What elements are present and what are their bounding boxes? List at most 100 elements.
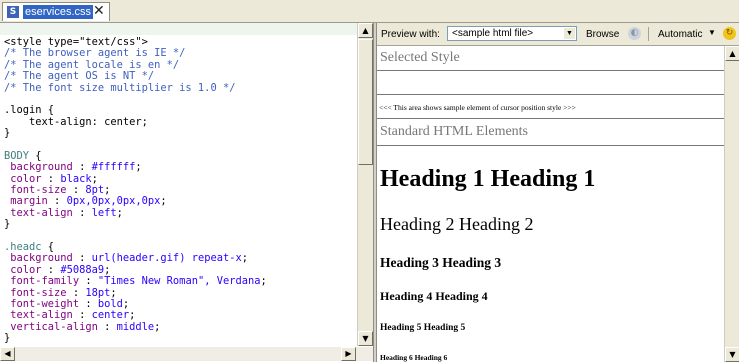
- code-token: ;: [116, 206, 123, 219]
- code-token: middle: [116, 320, 155, 333]
- code-token: /* The font size multiplier is 1.0 */: [4, 81, 236, 94]
- code-token: :: [47, 195, 67, 208]
- code-area[interactable]: <style type="text/css">/* The browser ag…: [4, 36, 356, 345]
- code-line[interactable]: }: [4, 332, 356, 345]
- code-token: }: [4, 218, 11, 231]
- heading-4-sample: Heading 4 Heading 4: [380, 289, 488, 303]
- code-token: font-size: [4, 184, 67, 197]
- close-tab-icon[interactable]: ✕: [93, 3, 105, 20]
- code-token: ;: [129, 309, 136, 322]
- code-line[interactable]: [4, 231, 356, 242]
- preview-scroll-up-arrow-icon[interactable]: ▲: [725, 46, 739, 61]
- code-token: ;: [135, 161, 142, 174]
- divider: [377, 94, 724, 95]
- code-token: ;: [104, 263, 111, 276]
- code-token: ;: [160, 195, 167, 208]
- preview-toolbar: Preview with: <sample html file> ▼ Brows…: [377, 23, 739, 46]
- code-token: /* The browser agent is IE */: [4, 47, 186, 60]
- code-token: left: [91, 206, 117, 219]
- heading-3-sample: Heading 3 Heading 3: [380, 255, 502, 270]
- code-token: <style type="text/css">: [4, 36, 148, 48]
- code-token: ;: [154, 320, 161, 333]
- code-token: color: [4, 263, 42, 276]
- browser-preview-icon[interactable]: ◐: [628, 27, 641, 40]
- code-token: background: [4, 161, 73, 174]
- code-token: #ffffff: [91, 161, 136, 174]
- code-token: :: [72, 309, 92, 322]
- code-token: url(header.gif) repeat-x: [91, 252, 242, 265]
- code-token: }: [4, 127, 11, 140]
- editor-current-line-highlight: [0, 23, 357, 35]
- sample-file-select[interactable]: <sample html file> ▼: [447, 26, 577, 41]
- editor-scroll-thumb[interactable]: [358, 39, 373, 165]
- scroll-down-arrow-icon[interactable]: ▼: [358, 331, 373, 346]
- tab-eservices-css[interactable]: S eservices.css ✕: [2, 2, 110, 21]
- code-token: "Times New Roman", Verdana: [97, 275, 261, 288]
- preview-vertical-scrollbar[interactable]: ▲ ▼: [724, 46, 739, 362]
- preview-scroll-down-arrow-icon[interactable]: ▼: [725, 347, 739, 362]
- sample-element-notice: <<< This area shows sample element of cu…: [379, 103, 576, 112]
- divider: [377, 118, 724, 119]
- code-token: ;: [110, 286, 117, 299]
- code-token: :: [72, 252, 92, 265]
- code-token: font-size: [4, 286, 67, 299]
- scroll-right-arrow-icon[interactable]: ▶: [341, 347, 356, 361]
- code-token: ;: [104, 184, 111, 197]
- code-token: center: [91, 309, 130, 322]
- code-token: :: [97, 320, 117, 333]
- mode-chevron-down-icon[interactable]: ▼: [708, 28, 716, 37]
- code-token: text-align: [4, 206, 73, 219]
- refresh-preview-icon[interactable]: ↻: [723, 27, 736, 40]
- code-line[interactable]: }: [4, 219, 356, 230]
- editor-horizontal-scrollbar[interactable]: ◀ ▶: [0, 347, 373, 361]
- browse-button[interactable]: Browse: [586, 29, 619, 40]
- code-token: :: [72, 206, 92, 219]
- code-line[interactable]: /* The font size multiplier is 1.0 */: [4, 81, 356, 94]
- heading-6-sample: Heading 6 Heading 6: [380, 353, 448, 362]
- code-token: black: [60, 172, 92, 185]
- preview-content: Selected Style <<< This area shows sampl…: [377, 46, 724, 362]
- css-file-icon: S: [7, 6, 19, 18]
- code-token: :: [41, 263, 61, 276]
- code-line[interactable]: vertical-align : middle;: [4, 320, 356, 333]
- code-token: {: [41, 241, 55, 254]
- code-token: /* The agent OS is NT */: [4, 70, 155, 83]
- scroll-up-arrow-icon[interactable]: ▲: [358, 23, 373, 38]
- scroll-left-arrow-icon[interactable]: ◀: [0, 347, 15, 361]
- code-token: /* The agent locale is en */: [4, 58, 180, 71]
- code-token: {: [29, 149, 42, 162]
- code-token: 18pt: [85, 286, 111, 299]
- code-token: }: [4, 332, 11, 345]
- style-preview-pane: Preview with: <sample html file> ▼ Brows…: [376, 23, 739, 362]
- code-token: bold: [97, 297, 123, 310]
- heading-1-sample: Heading 1 Heading 1: [380, 166, 596, 192]
- chevron-down-icon[interactable]: ▼: [564, 28, 575, 39]
- code-token: 8pt: [85, 184, 105, 197]
- heading-5-sample: Heading 5 Heading 5: [380, 323, 466, 333]
- code-line[interactable]: [4, 140, 356, 151]
- code-token: ;: [122, 297, 130, 310]
- selected-style-title: Selected Style: [380, 50, 460, 65]
- code-token: text-align: [4, 309, 73, 322]
- code-token: .login {: [4, 104, 55, 117]
- code-token: ;: [260, 275, 267, 288]
- css-source-editor[interactable]: <style type="text/css">/* The browser ag…: [0, 23, 374, 362]
- editor-tab-strip: S eservices.css ✕: [0, 0, 739, 23]
- code-token: font-weight: [4, 297, 80, 310]
- preview-mode-select[interactable]: Automatic: [658, 29, 702, 40]
- code-line[interactable]: [4, 94, 356, 105]
- divider: [377, 145, 724, 146]
- code-token: ;: [91, 172, 98, 185]
- code-token: :: [66, 184, 86, 197]
- code-line[interactable]: text-align: center;: [4, 116, 356, 128]
- code-line[interactable]: }: [4, 127, 356, 140]
- code-token: background: [4, 252, 73, 265]
- editor-vertical-scrollbar[interactable]: ▲ ▼: [357, 23, 373, 346]
- toolbar-separator: [648, 27, 649, 41]
- code-token: BODY: [4, 149, 30, 162]
- code-line[interactable]: text-align : left;: [4, 206, 356, 219]
- heading-2-sample: Heading 2 Heading 2: [380, 214, 534, 234]
- preview-with-label: Preview with:: [381, 29, 440, 40]
- divider: [377, 70, 724, 71]
- code-token: :: [66, 286, 86, 299]
